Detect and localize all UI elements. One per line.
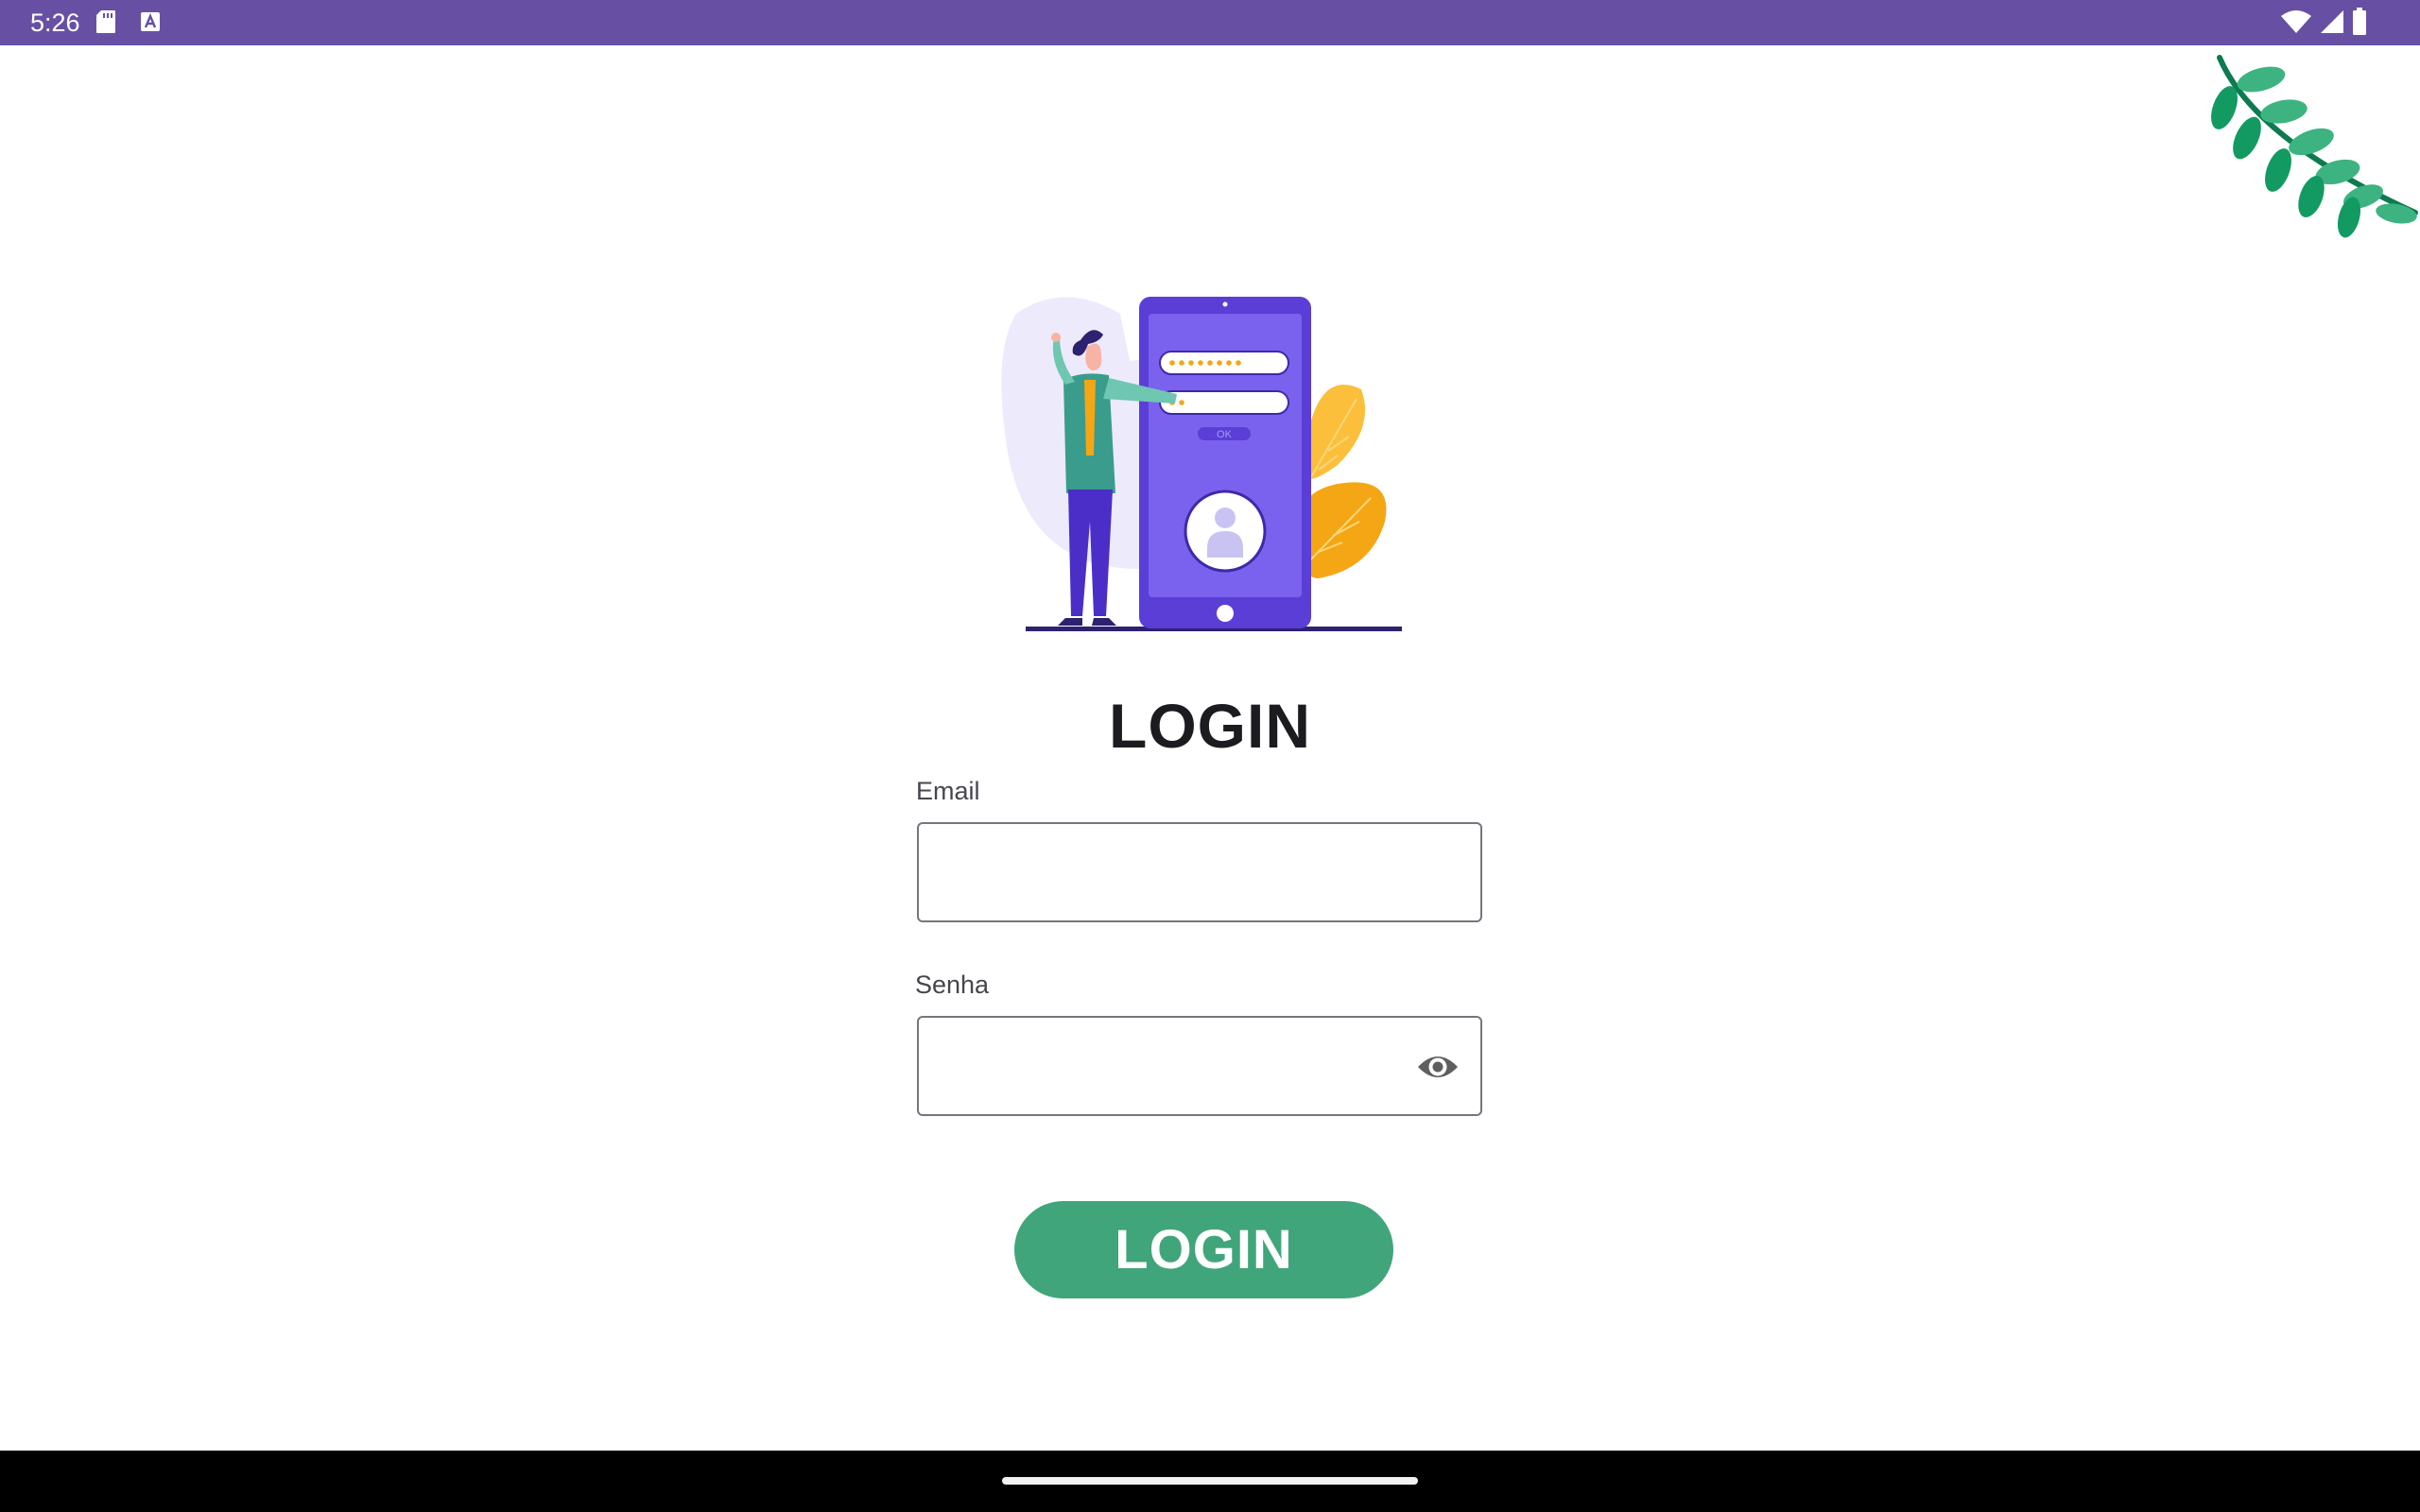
home-gesture-handle[interactable] (1002, 1477, 1418, 1485)
login-illustration: OK (1001, 297, 1402, 631)
leaf-branch-decoration (2211, 55, 2418, 238)
status-bar: 5:26 (0, 0, 2420, 45)
status-time: 5:26 (30, 9, 80, 37)
eye-icon[interactable] (1416, 1050, 1460, 1084)
battery-icon (2353, 8, 2366, 35)
email-input[interactable] (942, 843, 1399, 903)
email-label: Email (916, 777, 980, 805)
login-button[interactable]: LOGIN (1014, 1201, 1393, 1298)
sd-card-icon (96, 10, 115, 33)
cell-signal-icon (2321, 10, 2343, 33)
password-field-container[interactable] (917, 1016, 1482, 1116)
navigation-bar (0, 1451, 2420, 1512)
keyboard-a-icon (141, 12, 160, 31)
password-label: Senha (915, 971, 990, 999)
page-title: LOGIN (1109, 691, 1311, 761)
login-screen: OK LOGIN Email Senha LOGIN (0, 45, 2420, 1451)
password-input[interactable] (942, 1037, 1399, 1097)
wifi-icon (2281, 10, 2311, 33)
phone-ok-label: OK (1217, 429, 1233, 440)
email-field-container[interactable] (917, 822, 1482, 922)
